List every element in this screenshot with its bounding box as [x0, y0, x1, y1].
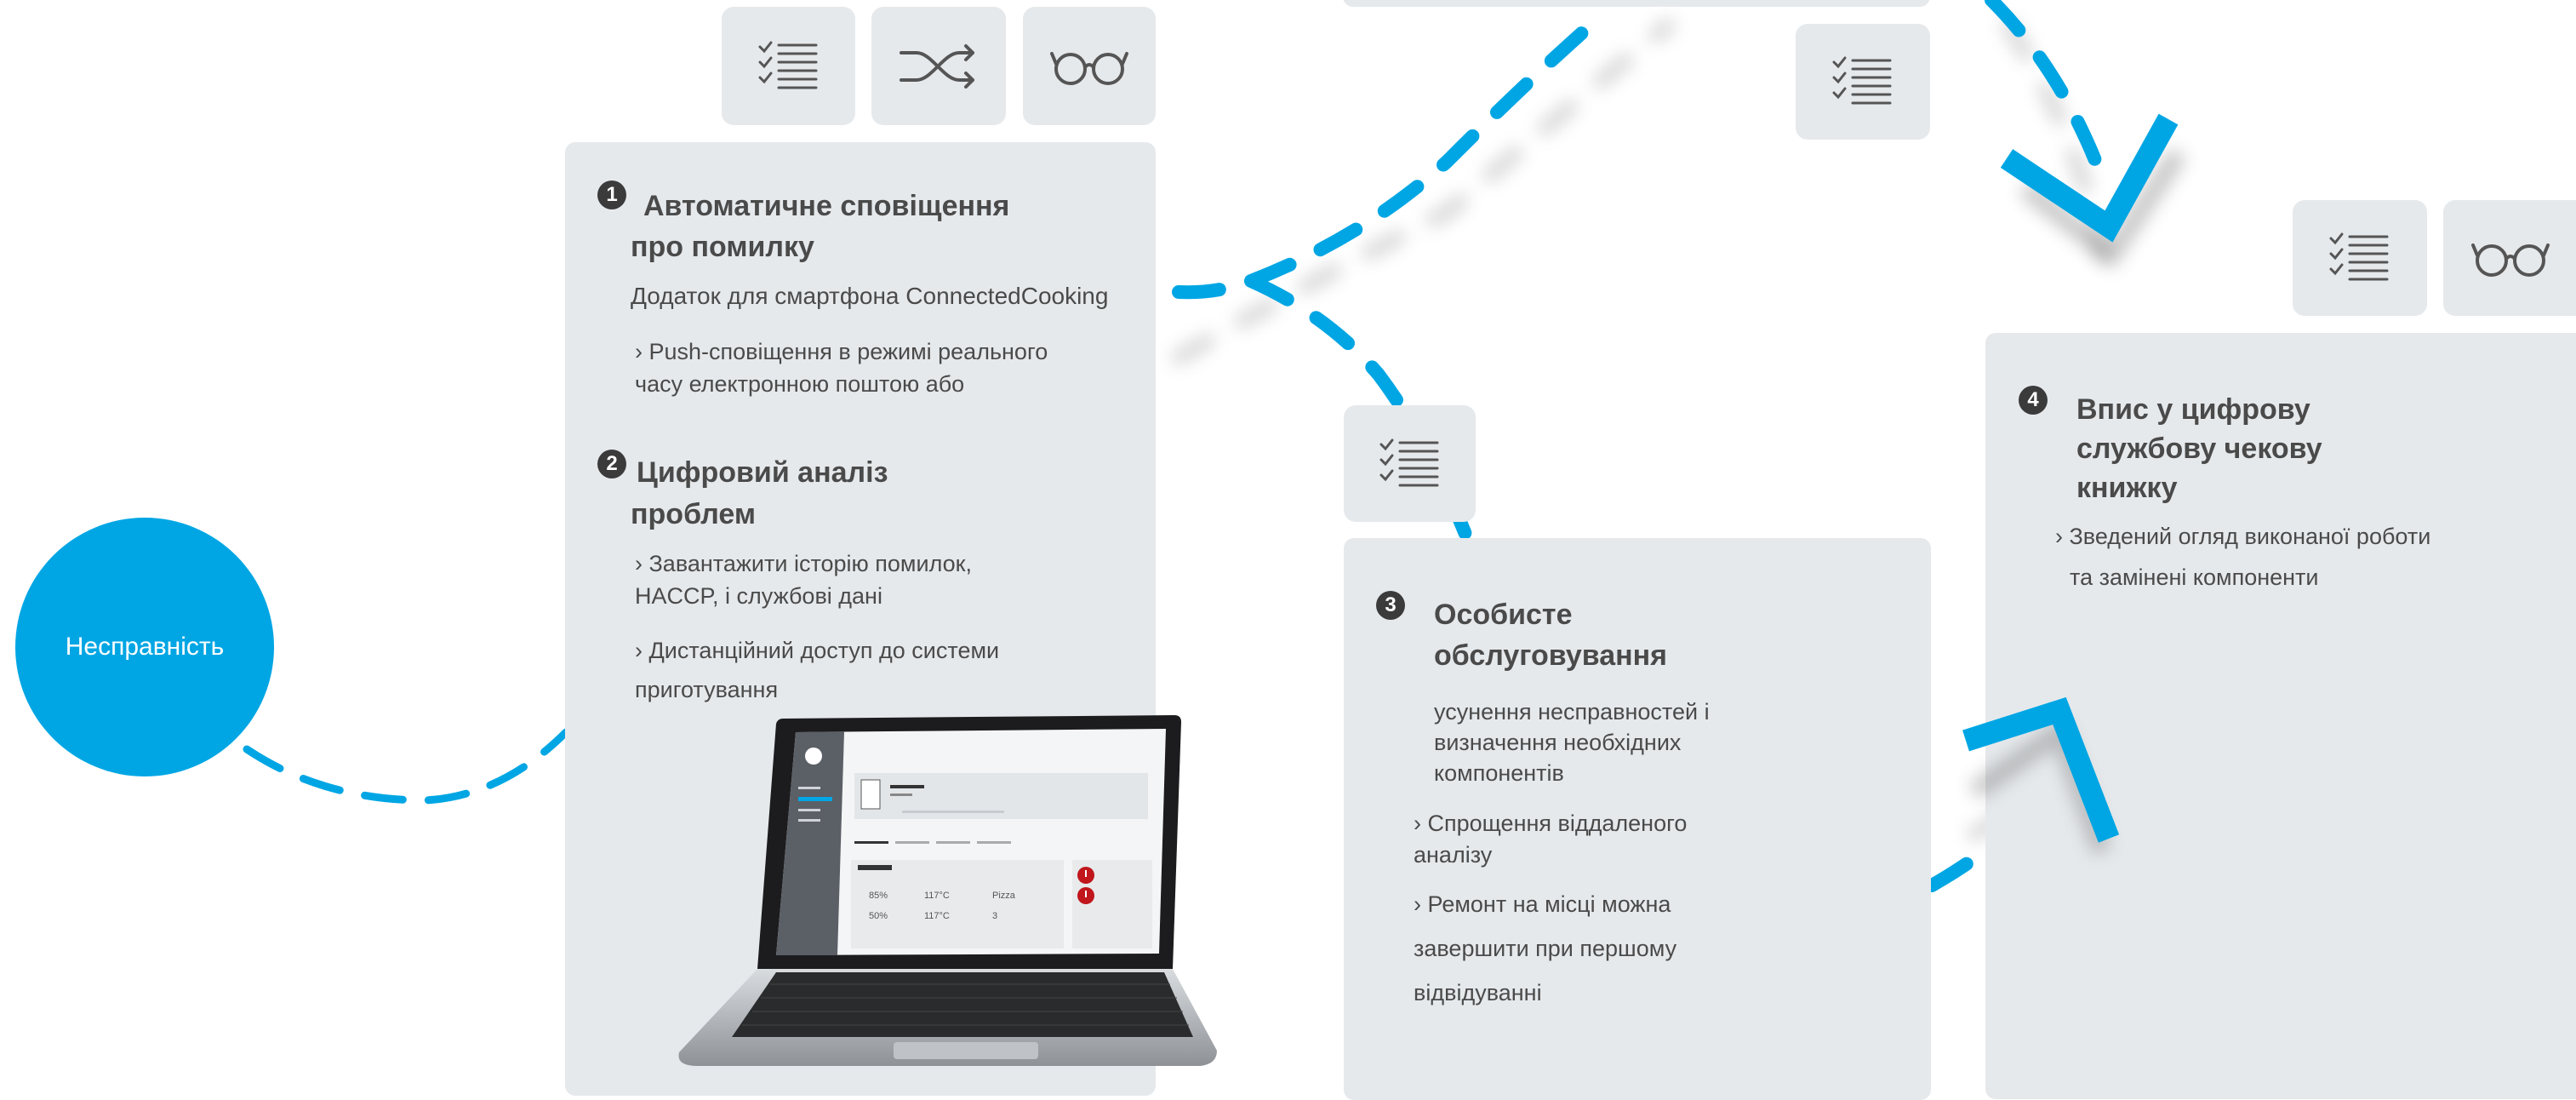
path-arrows	[1962, 113, 2187, 855]
